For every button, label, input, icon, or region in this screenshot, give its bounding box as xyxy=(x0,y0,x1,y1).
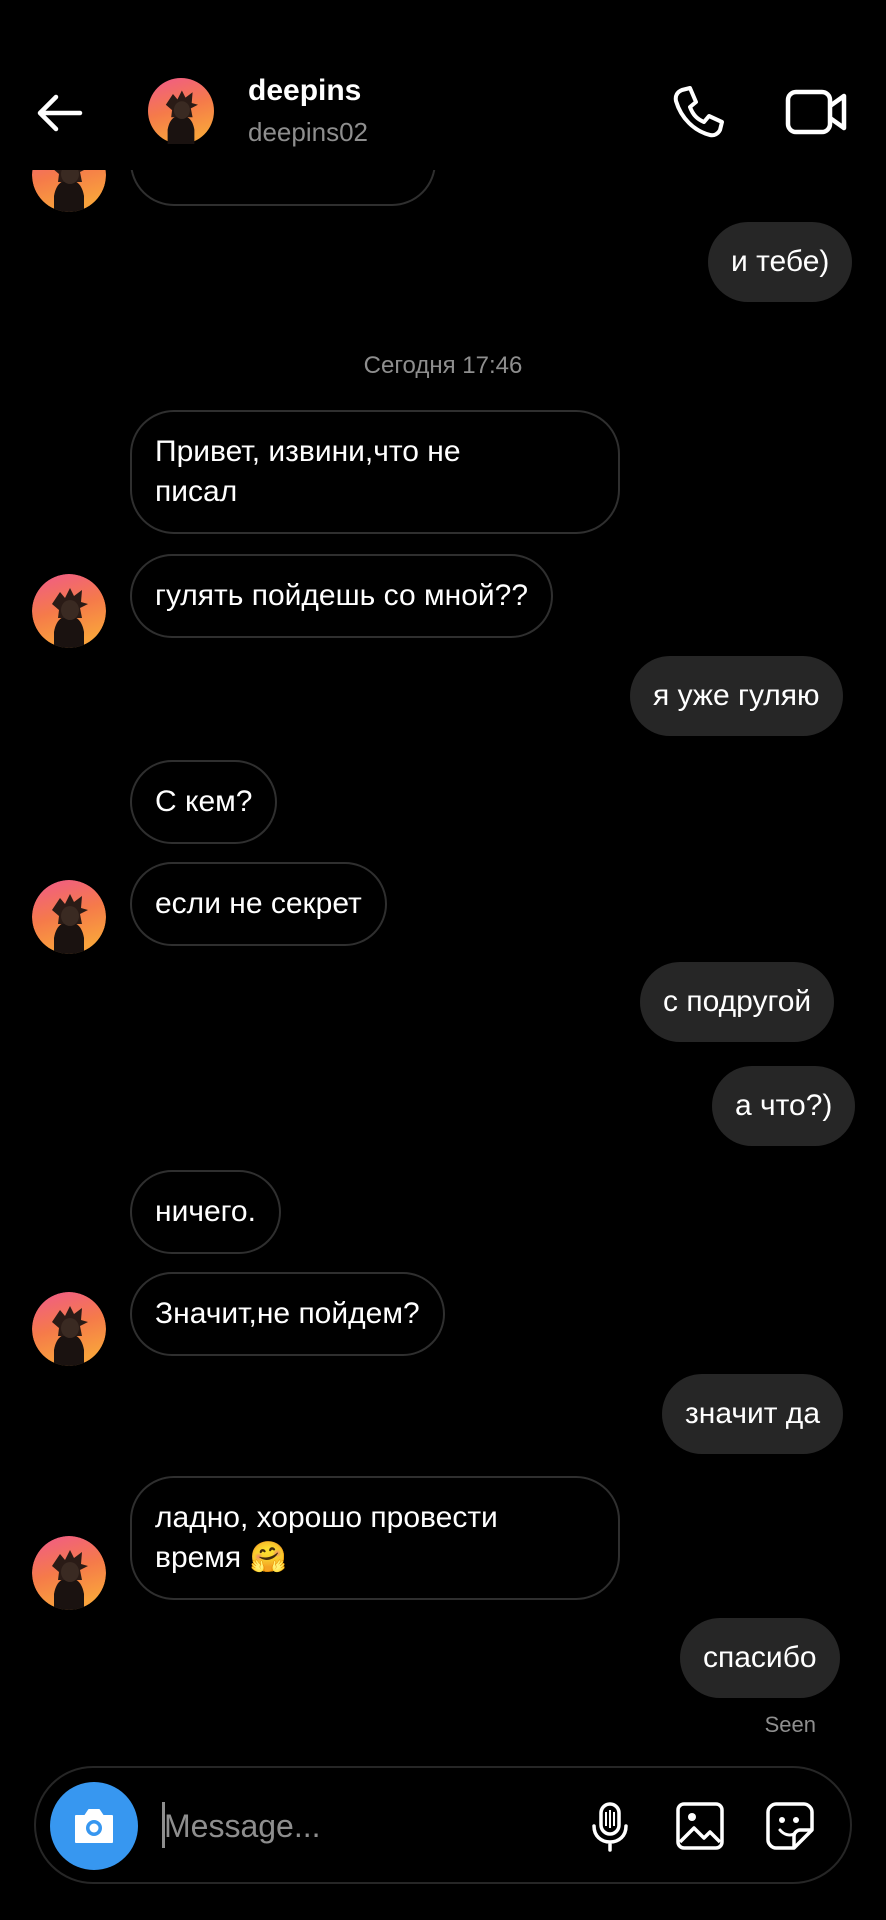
message-bubble-incoming[interactable]: Значит,не пойдем? xyxy=(130,1272,445,1356)
message-bubble-incoming[interactable]: ладно, хорошо провести время 🤗 xyxy=(130,1476,620,1600)
message-bubble-outgoing[interactable]: а что?) xyxy=(712,1066,856,1146)
camera-icon[interactable] xyxy=(50,1782,138,1870)
image-icon[interactable] xyxy=(672,1798,728,1854)
message-bubble-outgoing[interactable]: значит да xyxy=(662,1374,843,1454)
phone-icon[interactable] xyxy=(668,82,728,142)
header-avatar[interactable] xyxy=(148,78,214,144)
message-composer xyxy=(34,1766,852,1884)
contact-username[interactable]: deepins02 xyxy=(248,117,368,148)
sender-avatar[interactable] xyxy=(32,880,106,954)
message-bubble-incoming[interactable]: ничего. xyxy=(130,1170,281,1254)
message-bubble-outgoing[interactable]: и тебе) xyxy=(708,222,853,302)
sender-avatar[interactable] xyxy=(32,1292,106,1366)
chat-header: deepins deepins02 xyxy=(0,0,886,170)
message-bubble-incoming[interactable]: Привет, извини,что не писал xyxy=(130,410,620,534)
date-separator: Сегодня 17:46 xyxy=(363,352,523,379)
message-bubble-outgoing[interactable]: с подругой xyxy=(640,962,835,1042)
message-bubble-outgoing[interactable]: спасибо xyxy=(680,1618,840,1698)
video-camera-icon[interactable] xyxy=(782,82,850,142)
seen-indicator: Seen xyxy=(764,1712,816,1737)
contact-display-name[interactable]: deepins xyxy=(248,74,361,108)
message-input[interactable] xyxy=(162,1800,466,1852)
text-cursor xyxy=(162,1802,165,1848)
sender-avatar[interactable] xyxy=(32,574,106,648)
message-bubble-outgoing[interactable]: я уже гуляю xyxy=(630,656,843,736)
back-arrow-icon[interactable] xyxy=(30,85,94,141)
sender-avatar[interactable] xyxy=(32,1536,106,1610)
message-bubble-incoming[interactable]: С кем? xyxy=(130,760,278,844)
message-bubble-incoming[interactable]: гулять пойдешь со мной?? xyxy=(130,554,554,638)
microphone-icon[interactable] xyxy=(582,1798,638,1854)
sticker-icon[interactable] xyxy=(762,1798,818,1854)
message-bubble-incoming[interactable]: если не секрет xyxy=(130,862,387,946)
